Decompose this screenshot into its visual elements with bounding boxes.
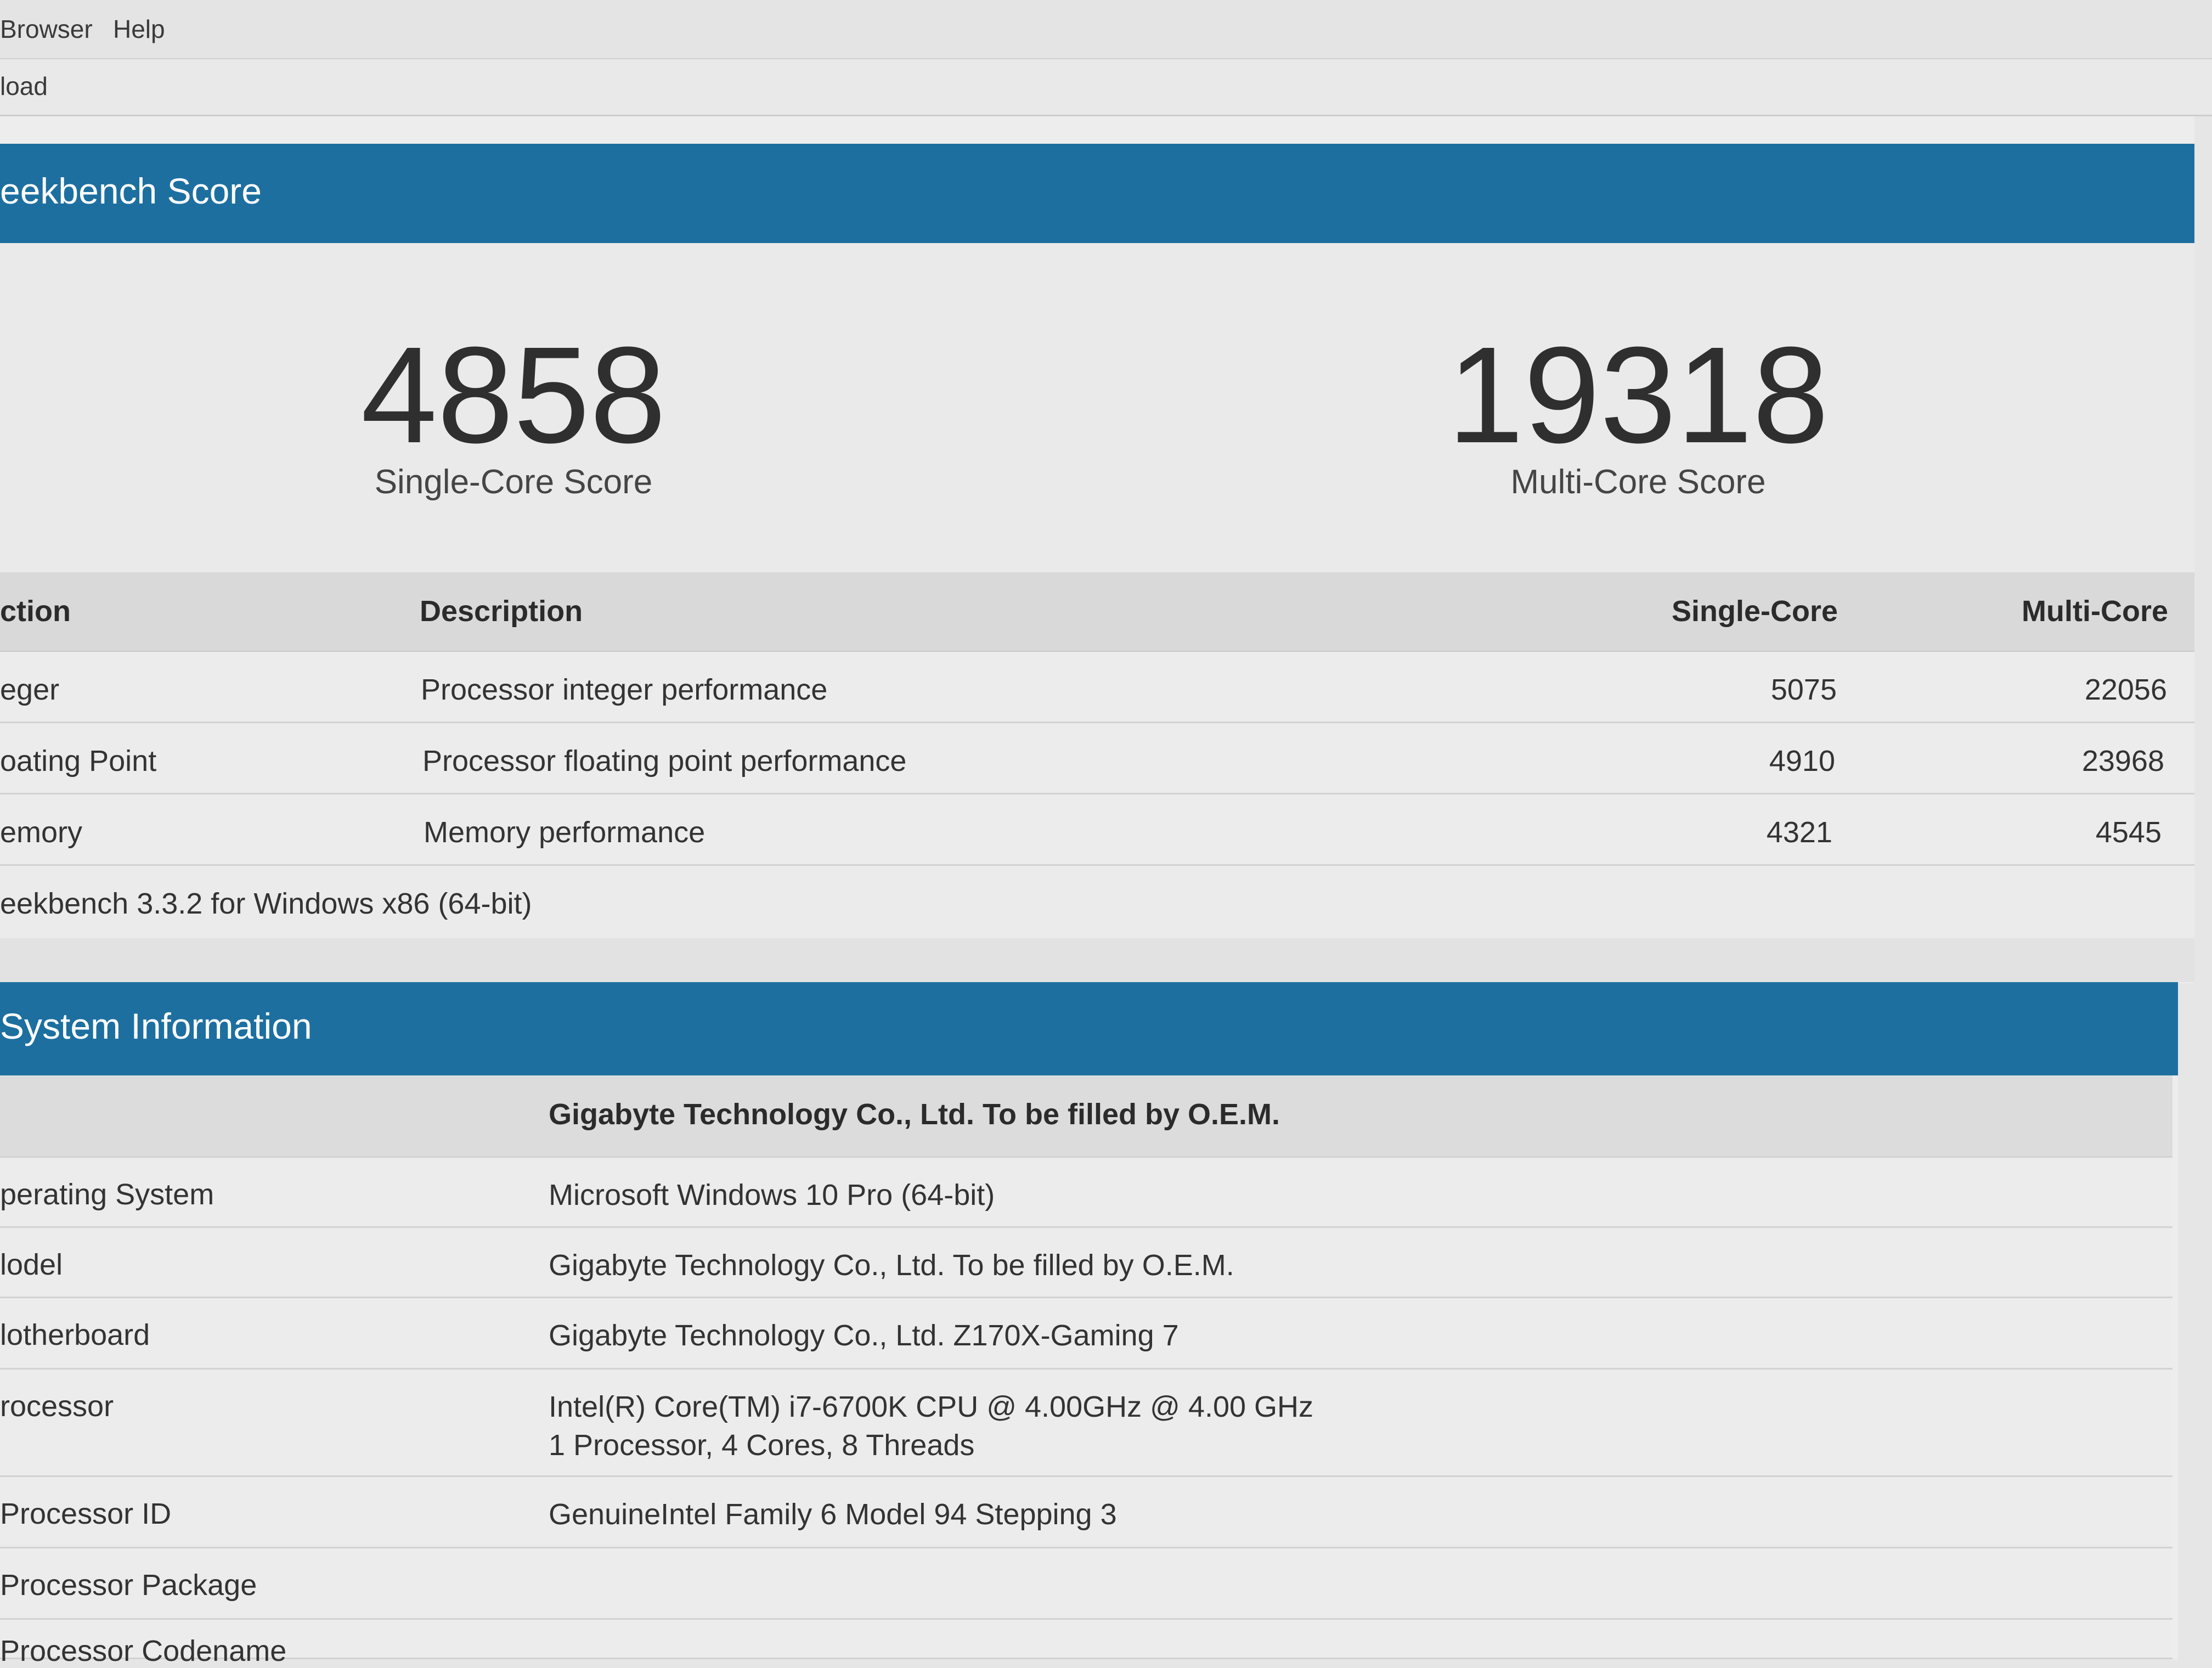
system-row-label: Processor Codename [0, 1635, 287, 1667]
table-row: Processor ID GenuineIntel Family 6 Model… [0, 1477, 2172, 1548]
row-single-core: 4321 [1766, 816, 1832, 849]
system-row-value: Intel(R) Core(TM) i7-6700K CPU @ 4.00GHz… [549, 1390, 1314, 1423]
system-row-value: GenuineIntel Family 6 Model 94 Stepping … [549, 1498, 1117, 1531]
multi-core-score-value: 19318 [1447, 318, 1829, 471]
system-row-label: rocessor [0, 1390, 114, 1423]
row-multi-core: 23968 [2081, 745, 2164, 777]
row-section-label: emory [0, 816, 83, 849]
system-row-value: Gigabyte Technology Co., Ltd. To be fill… [549, 1249, 1234, 1282]
table-row: rocessor Intel(R) Core(TM) i7-6700K CPU … [0, 1370, 2172, 1477]
row-single-core: 5075 [1770, 673, 1837, 706]
single-core-score-value: 4858 [360, 318, 667, 471]
menu-help[interactable]: Help [113, 14, 165, 44]
single-core-score-label: Single-Core Score [374, 463, 653, 501]
menu-browser[interactable]: Browser [0, 14, 93, 44]
system-row-label: perating System [0, 1178, 215, 1211]
menu-bar: Browser Help [0, 0, 2212, 59]
table-row: lodel Gigabyte Technology Co., Ltd. To b… [0, 1228, 2172, 1298]
system-section-title: System Information [0, 1006, 312, 1046]
column-header-multi-core: Multi-Core [2022, 595, 2168, 628]
system-heading: Gigabyte Technology Co., Ltd. To be fill… [549, 1098, 1280, 1131]
row-multi-core: 4545 [2095, 816, 2162, 849]
table-row: emory Memory performance 4321 4545 [0, 794, 2194, 866]
toolbar: load [0, 59, 2212, 116]
system-section-header: System Information [0, 982, 2178, 1075]
table-row: Processor Package [0, 1548, 2172, 1620]
system-heading-row: Gigabyte Technology Co., Ltd. To be fill… [0, 1075, 2172, 1158]
score-table-footer: eekbench 3.3.2 for Windows x86 (64-bit) [0, 867, 2194, 938]
score-area: 4858 Single-Core Score 19318 Multi-Core … [0, 243, 2194, 572]
section-gap [0, 938, 2194, 982]
system-row-value: Microsoft Windows 10 Pro (64-bit) [549, 1179, 995, 1211]
table-row: eger Processor integer performance 5075 … [0, 652, 2194, 723]
row-description: Processor integer performance [421, 673, 828, 706]
score-section-title: eekbench Score [0, 171, 262, 211]
row-multi-core: 22056 [2084, 673, 2167, 706]
multi-core-score-label: Multi-Core Score [1510, 463, 1766, 501]
system-row-label: lotherboard [0, 1318, 150, 1351]
column-header-single-core: Single-Core [1671, 595, 1838, 628]
table-row: perating System Microsoft Windows 10 Pro… [0, 1158, 2172, 1228]
system-row-value-secondary: 1 Processor, 4 Cores, 8 Threads [549, 1429, 975, 1462]
row-section-label: oating Point [0, 745, 157, 777]
score-section-header: eekbench Score [0, 144, 2194, 244]
row-single-core: 4910 [1769, 745, 1835, 777]
system-row-label: lodel [0, 1248, 63, 1281]
column-header-description: Description [420, 595, 583, 628]
column-header-section: ction [0, 595, 71, 628]
row-description: Processor floating point performance [422, 745, 907, 777]
row-description: Memory performance [424, 816, 706, 849]
system-row-value: Gigabyte Technology Co., Ltd. Z170X-Gami… [549, 1319, 1179, 1352]
score-table-header: ction Description Single-Core Multi-Core [0, 572, 2194, 652]
table-row: Processor Codename [0, 1620, 2172, 1667]
system-row-label: Processor Package [0, 1569, 257, 1602]
row-section-label: eger [0, 673, 60, 706]
geekbench-version-text: eekbench 3.3.2 for Windows x86 (64-bit) [0, 887, 532, 920]
toolbar-load-button[interactable]: load [0, 71, 48, 101]
table-row: lotherboard Gigabyte Technology Co., Ltd… [0, 1298, 2172, 1370]
table-row: oating Point Processor floating point pe… [0, 723, 2194, 794]
system-row-label: Processor ID [0, 1497, 172, 1530]
